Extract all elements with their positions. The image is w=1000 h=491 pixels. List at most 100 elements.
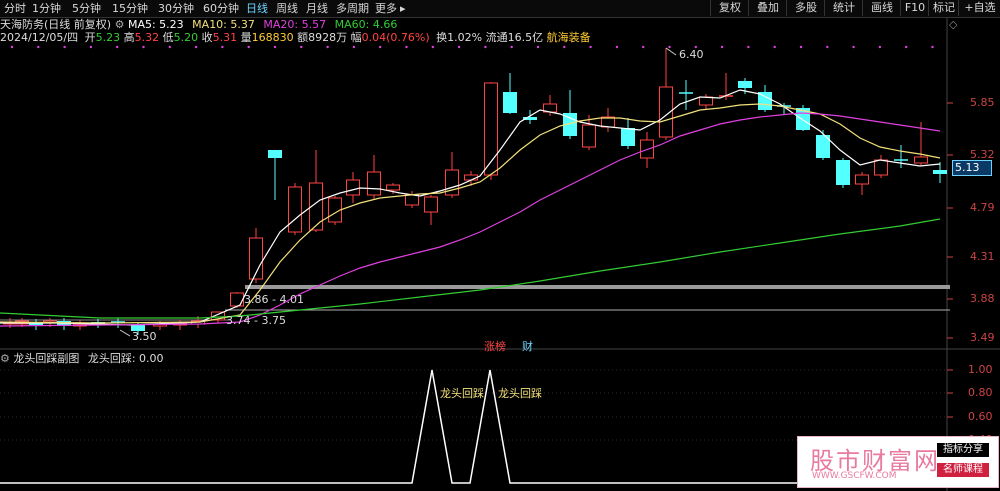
candle-down — [738, 81, 752, 88]
marker-dot — [10, 45, 14, 49]
marker-dot — [300, 45, 303, 49]
price-tick: 3.49 — [970, 331, 995, 344]
marker-dot — [510, 45, 513, 49]
ma60-label: MA60: 4.66 — [334, 18, 398, 31]
low-label: 低 — [162, 31, 174, 44]
price-tick: 5.85 — [970, 96, 995, 109]
sub-chart — [0, 369, 797, 484]
marker-dot — [905, 45, 908, 49]
current-price-tag: 5.13 — [952, 160, 992, 176]
marker-dot — [273, 45, 277, 49]
high-callout — [665, 47, 677, 56]
watermark-logo: 股市财富网 WWW.GSCFW.COM 指标分享 名师课程 — [797, 436, 999, 488]
vol-value: 168830 — [251, 31, 294, 44]
quote-line: 2024/12/05/四 开5.23 高5.32 低5.20 收5.31 量16… — [0, 31, 591, 45]
candlesticks — [3, 47, 947, 337]
marker-dot — [852, 45, 855, 49]
chg-label: 幅 — [350, 31, 362, 44]
marker-dot — [221, 45, 224, 49]
sub-tick: 1.00 — [968, 363, 993, 376]
candle-down — [503, 92, 517, 113]
marker-dot — [615, 45, 619, 49]
candle-up — [386, 184, 400, 191]
sub-tick: 0.60 — [968, 410, 993, 423]
marker-dot — [431, 45, 434, 49]
marker-dot — [826, 45, 829, 49]
low-value: 5.20 — [173, 31, 199, 44]
turnover-value: 换1.02% — [436, 31, 483, 44]
marker-dot — [773, 45, 776, 49]
ma10-line — [0, 103, 941, 324]
ma20-label: MA20: 5.57 — [263, 18, 327, 31]
finance-tag[interactable]: 财 — [522, 338, 533, 354]
kline-chart — [0, 18, 1000, 491]
marker-dot — [405, 45, 408, 49]
limit-up-tag-text-2: 榜 — [495, 340, 506, 353]
candle-up — [582, 124, 596, 148]
marker-dot — [168, 45, 171, 49]
vol-label: 量 — [240, 31, 252, 44]
open-value: 5.23 — [95, 31, 121, 44]
marker-dot — [878, 45, 882, 49]
sub-settings-icon[interactable]: ⚙ — [0, 352, 13, 365]
ma20-line — [0, 112, 941, 327]
marker-dot — [642, 45, 645, 49]
watermark-badge-share: 指标分享 — [937, 443, 989, 457]
range-label-2: 3.74 - 3.75 — [226, 314, 286, 327]
open-label: 开 — [84, 31, 96, 44]
marker-dot — [352, 45, 356, 49]
close-value: 5.31 — [212, 31, 238, 44]
marker-dot — [247, 45, 250, 49]
sector-link[interactable]: 航海装备 — [547, 31, 591, 44]
low-annotation: 3.50 — [132, 330, 157, 343]
candle-up — [914, 156, 928, 164]
float-value: 流通16.5亿 — [485, 31, 544, 44]
marker-dot — [931, 45, 934, 49]
quote-date: 2024/12/05/四 — [0, 31, 79, 44]
sub-indicator-value: 龙头回踩: 0.00 — [87, 352, 164, 365]
sub-tick: 0.80 — [968, 386, 993, 399]
amount-label: 额 — [297, 31, 309, 44]
candle-up — [288, 186, 302, 233]
candle-up — [367, 171, 381, 196]
marker-dot — [563, 45, 566, 49]
price-tick: 3.88 — [970, 292, 995, 305]
candle-up — [346, 179, 360, 196]
ma5-label: MA5: 5.23 — [127, 18, 184, 31]
settings-icon[interactable]: ⚙ — [115, 18, 128, 31]
low-callout — [119, 329, 131, 337]
limit-up-tag-text-1: 涨 — [484, 340, 495, 353]
marker-dot — [63, 45, 66, 49]
candle-down — [621, 128, 635, 146]
support-band-upper — [245, 285, 950, 289]
candle-down — [933, 170, 947, 174]
candle-up — [874, 159, 888, 176]
high-label: 高 — [123, 31, 135, 44]
chart-grid — [0, 18, 1000, 491]
range-label-1: 3.86 - 4.01 — [244, 293, 304, 306]
candle-down — [836, 160, 850, 185]
candle-up — [424, 196, 438, 213]
limit-up-tag[interactable]: 涨榜 — [484, 338, 506, 354]
marker-dot — [457, 45, 461, 49]
high-value: 5.32 — [134, 31, 160, 44]
marker-dot — [536, 45, 540, 49]
candle-up — [855, 174, 869, 185]
diamond-icon[interactable]: ◇ — [949, 18, 957, 31]
marker-dot — [668, 45, 671, 49]
close-label: 收 — [201, 31, 213, 44]
high-annotation: 6.40 — [679, 48, 704, 61]
signal-line — [0, 369, 797, 484]
ma60-line — [0, 218, 941, 319]
chg-value: 0.04(0.76%) — [361, 31, 430, 44]
marker-dot — [484, 45, 487, 49]
watermark-url: WWW.GSCFW.COM — [812, 471, 897, 481]
marker-dot — [720, 45, 724, 49]
marker-dot — [89, 45, 93, 49]
marker-dot — [799, 45, 803, 49]
stock-title: 天海防务(日线 前复权) — [0, 18, 112, 31]
sub-chart-title: 龙头回踩副图 — [13, 352, 80, 365]
marker-dot — [326, 45, 329, 49]
marker-dot — [589, 45, 592, 49]
candle-up — [699, 96, 713, 106]
